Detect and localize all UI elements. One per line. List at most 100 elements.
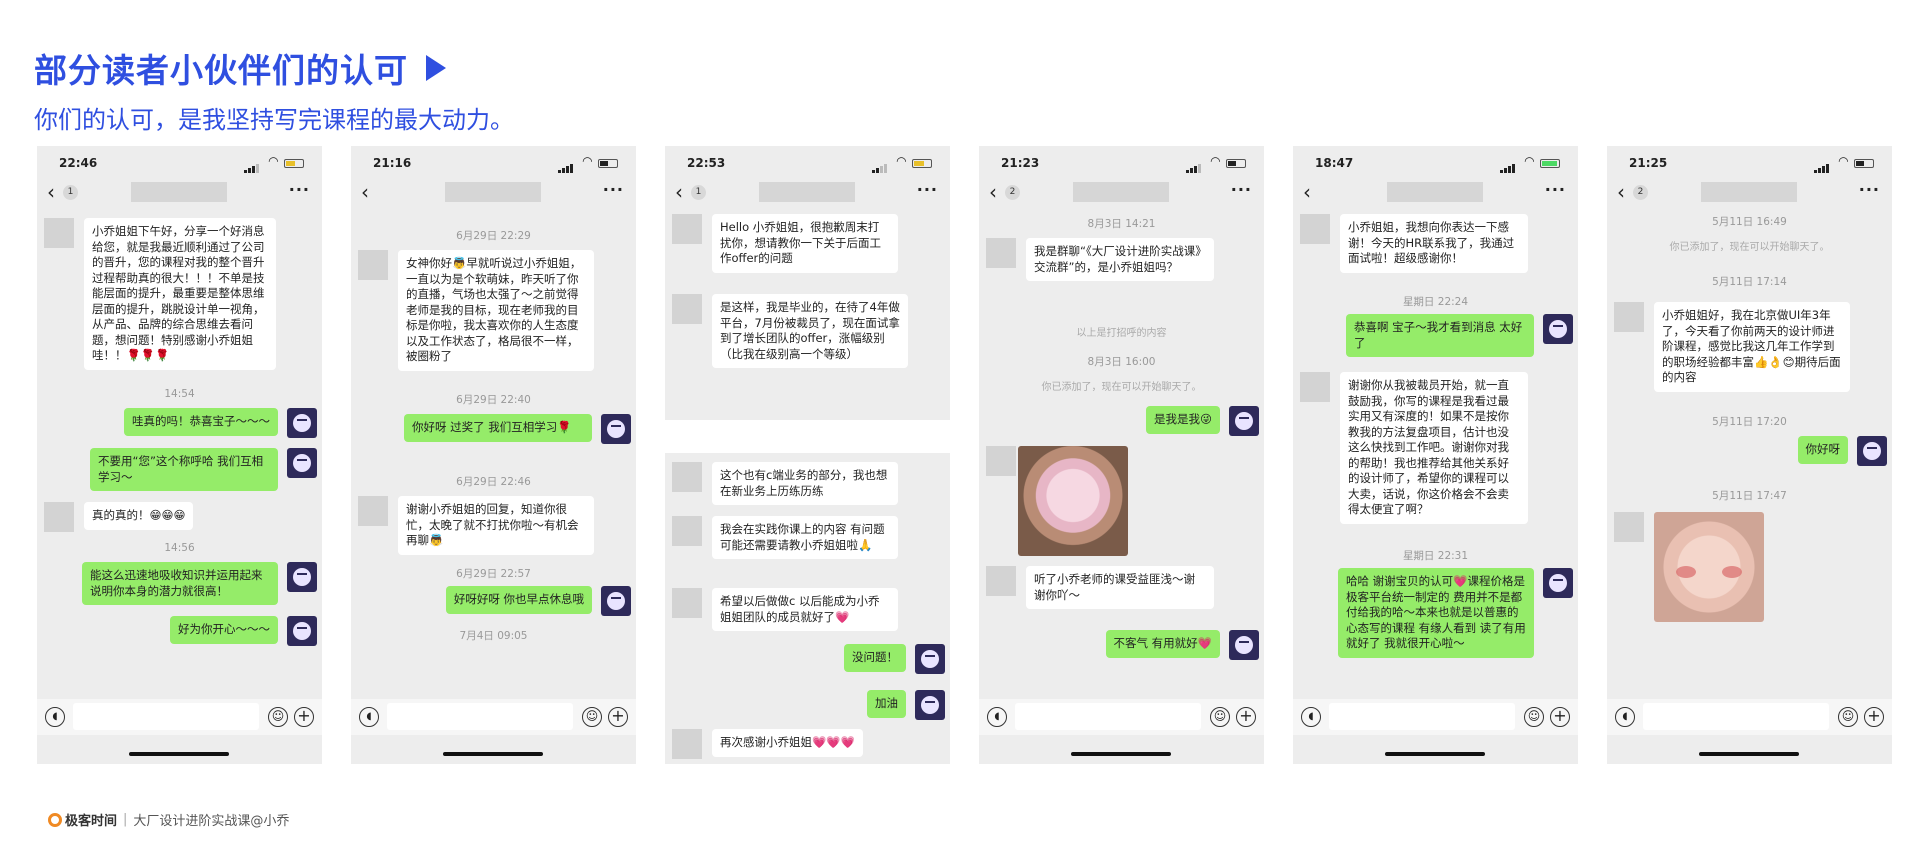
message-bubble: 希望以后做做c 以后能成为小乔姐姐团队的成员就好了💗 bbox=[712, 588, 898, 631]
message-input[interactable] bbox=[73, 703, 259, 730]
message-list: 6月29日 22:29 女神你好👼早就听说过小乔姐姐，一直以为是个软萌妹，昨天听… bbox=[351, 212, 636, 690]
avatar[interactable] bbox=[1229, 406, 1259, 436]
emoji-icon[interactable]: ☺ bbox=[268, 707, 288, 727]
more-icon[interactable]: ··· bbox=[289, 180, 310, 199]
avatar[interactable] bbox=[1229, 630, 1259, 660]
avatar[interactable] bbox=[1300, 214, 1330, 244]
footer-separator: | bbox=[123, 812, 128, 827]
battery-icon bbox=[1854, 159, 1874, 168]
cat-plush-image[interactable] bbox=[1018, 446, 1128, 556]
baby-photo-image[interactable] bbox=[1654, 512, 1764, 622]
plus-icon[interactable]: + bbox=[1236, 707, 1256, 727]
message-bubble: 你好呀 过奖了 我们互相学习🌹 bbox=[404, 414, 592, 442]
back-icon[interactable]: ‹ bbox=[675, 182, 683, 202]
message-right: 能这么迅速地吸收知识并运用起来 说明你本身的潜力就很高！ bbox=[82, 562, 317, 605]
wifi-icon: ◠ bbox=[1838, 154, 1848, 168]
message-bubble: 能这么迅速地吸收知识并运用起来 说明你本身的潜力就很高！ bbox=[82, 562, 278, 605]
back-icon[interactable]: ‹ bbox=[1303, 182, 1311, 202]
chat-input-bar: ◖ ☺ + bbox=[1607, 699, 1892, 735]
voice-icon[interactable]: ◖ bbox=[1301, 707, 1321, 727]
plus-icon[interactable]: + bbox=[1864, 707, 1884, 727]
avatar[interactable] bbox=[358, 250, 388, 280]
message-bubble: 恭喜啊 宝子～我才看到消息 太好了 bbox=[1346, 314, 1534, 357]
timestamp: 5月11日 17:14 bbox=[1712, 276, 1787, 288]
message-bubble: 没问题！ bbox=[844, 644, 906, 672]
voice-icon[interactable]: ◖ bbox=[1615, 707, 1635, 727]
avatar[interactable] bbox=[1300, 372, 1330, 402]
avatar[interactable] bbox=[672, 462, 702, 492]
message-list: 5月11日 16:49 你已添加了，现在可以开始聊天了。 5月11日 17:14… bbox=[1607, 212, 1892, 690]
avatar[interactable] bbox=[44, 218, 74, 248]
voice-icon[interactable]: ◖ bbox=[987, 707, 1007, 727]
message-input[interactable] bbox=[1643, 703, 1829, 730]
avatar[interactable] bbox=[672, 294, 702, 324]
timestamp: 14:54 bbox=[164, 388, 195, 400]
avatar[interactable] bbox=[915, 644, 945, 674]
chat-nav-bar: ‹ ··· bbox=[351, 178, 636, 210]
voice-icon[interactable]: ◖ bbox=[359, 707, 379, 727]
wifi-icon: ◠ bbox=[896, 154, 906, 168]
avatar[interactable] bbox=[915, 690, 945, 720]
avatar[interactable] bbox=[601, 414, 631, 444]
plus-icon[interactable]: + bbox=[294, 707, 314, 727]
emoji-icon[interactable]: ☺ bbox=[1210, 707, 1230, 727]
plus-icon[interactable]: + bbox=[608, 707, 628, 727]
more-icon[interactable]: ··· bbox=[603, 180, 624, 199]
avatar[interactable] bbox=[44, 502, 74, 532]
avatar[interactable] bbox=[1857, 436, 1887, 466]
avatar[interactable] bbox=[1614, 512, 1644, 542]
message-left bbox=[1614, 512, 1764, 622]
avatar[interactable] bbox=[672, 729, 702, 759]
back-icon[interactable]: ‹ bbox=[989, 182, 997, 202]
message-bubble: 不要用“您”这个称呼哈 我们互相学习～ bbox=[90, 448, 278, 491]
avatar[interactable] bbox=[358, 496, 388, 526]
message-left: 谢谢你从我被裁员开始，就一直鼓励我，你写的课程是我看过最实用又有深度的！如果不是… bbox=[1300, 372, 1528, 524]
message-input[interactable] bbox=[387, 703, 573, 730]
message-left: 我是群聊“《大厂设计进阶实战课》交流群”的，是小乔姐姐吗？ bbox=[986, 238, 1214, 281]
message-left: 谢谢小乔姐姐的回复，知道你很忙，太晚了就不打扰你啦～有机会再聊👼 bbox=[358, 496, 594, 555]
phone-screen-1: 22:46 ◠ ‹ 1 ··· 小乔姐姐下午好，分享一个好消息给您，就是我最近顺… bbox=[37, 146, 322, 764]
phone-screen-4: 21:23 ◠ ‹ 2 ··· 8月3日 14:21 我是群聊“《大厂设计进阶实… bbox=[979, 146, 1264, 764]
status-time: 18:47 bbox=[1315, 156, 1354, 170]
avatar[interactable] bbox=[1614, 302, 1644, 332]
message-input[interactable] bbox=[1329, 703, 1515, 730]
status-time: 21:23 bbox=[1001, 156, 1040, 170]
avatar[interactable] bbox=[601, 586, 631, 616]
avatar[interactable] bbox=[287, 448, 317, 478]
more-icon[interactable]: ··· bbox=[1231, 180, 1252, 199]
more-icon[interactable]: ··· bbox=[1545, 180, 1566, 199]
timestamp: 8月3日 16:00 bbox=[1087, 356, 1156, 368]
emoji-icon[interactable]: ☺ bbox=[1524, 707, 1544, 727]
message-right: 你好呀 过奖了 我们互相学习🌹 bbox=[404, 414, 631, 444]
avatar[interactable] bbox=[287, 616, 317, 646]
timestamp: 星期日 22:31 bbox=[1402, 550, 1469, 562]
more-icon[interactable]: ··· bbox=[917, 180, 938, 199]
avatar[interactable] bbox=[672, 516, 702, 546]
voice-icon[interactable]: ◖ bbox=[45, 707, 65, 727]
plus-icon[interactable]: + bbox=[1550, 707, 1570, 727]
avatar[interactable] bbox=[986, 566, 1016, 596]
phone-screenshots: 22:46 ◠ ‹ 1 ··· 小乔姐姐下午好，分享一个好消息给您，就是我最近顺… bbox=[37, 146, 1897, 766]
avatar[interactable] bbox=[986, 446, 1016, 476]
emoji-icon[interactable]: ☺ bbox=[582, 707, 602, 727]
more-icon[interactable]: ··· bbox=[1859, 180, 1880, 199]
status-time: 21:25 bbox=[1629, 156, 1668, 170]
signal-icon bbox=[558, 159, 574, 173]
timestamp: 6月29日 22:46 bbox=[456, 476, 531, 488]
status-bar: 21:23 ◠ bbox=[979, 146, 1264, 178]
avatar[interactable] bbox=[1543, 568, 1573, 598]
back-icon[interactable]: ‹ bbox=[1617, 182, 1625, 202]
back-icon[interactable]: ‹ bbox=[47, 182, 55, 202]
avatar[interactable] bbox=[287, 562, 317, 592]
avatar[interactable] bbox=[287, 408, 317, 438]
emoji-icon[interactable]: ☺ bbox=[1838, 707, 1858, 727]
avatar[interactable] bbox=[986, 238, 1016, 268]
phone-screen-3: 22:53 ◠ ‹ 1 ··· Hello 小乔姐姐，很抱歉周末打扰你，想请教你… bbox=[665, 146, 950, 764]
message-bubble: 好呀好呀 你也早点休息哦 bbox=[445, 586, 592, 614]
avatar[interactable] bbox=[672, 588, 702, 618]
message-input[interactable] bbox=[1015, 703, 1201, 730]
avatar[interactable] bbox=[1543, 314, 1573, 344]
avatar[interactable] bbox=[672, 214, 702, 244]
back-icon[interactable]: ‹ bbox=[361, 182, 369, 202]
system-notice: 以上是打招呼的内容 bbox=[1076, 328, 1167, 339]
